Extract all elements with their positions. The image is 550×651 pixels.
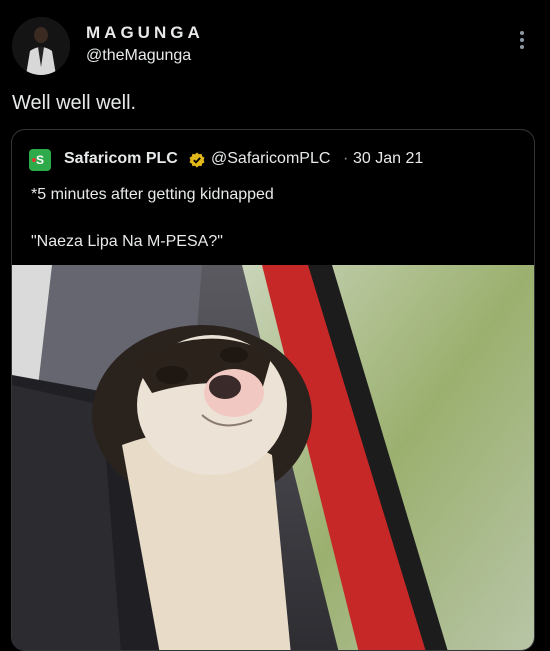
author-name[interactable]: MAGUNGA — [86, 23, 204, 43]
separator-dot: · — [343, 150, 349, 167]
avatar-image — [12, 17, 70, 75]
quoted-text-line: "Naeza Lipa Na M-PESA?" — [31, 233, 223, 250]
quoted-date[interactable]: 30 Jan 21 — [353, 150, 423, 168]
logo-letter: S — [35, 153, 44, 167]
quoted-text-line: *5 minutes after getting kidnapped — [31, 186, 274, 203]
dog-in-car-photo[interactable] — [12, 265, 534, 651]
more-icon[interactable] — [510, 28, 534, 52]
author-handle[interactable]: @theMagunga — [86, 47, 191, 65]
safaricom-logo-icon: S — [29, 149, 51, 171]
verified-badge-icon — [189, 152, 205, 168]
tweet-text: Well well well. — [12, 92, 137, 114]
quoted-author-name[interactable]: Safaricom PLC — [64, 150, 178, 168]
quoted-author-handle[interactable]: @SafaricomPLC — [211, 150, 330, 168]
author-avatar[interactable] — [12, 17, 70, 75]
quoted-tweet[interactable]: S Safaricom PLC @SafaricomPLC · 30 Jan 2… — [11, 129, 535, 651]
